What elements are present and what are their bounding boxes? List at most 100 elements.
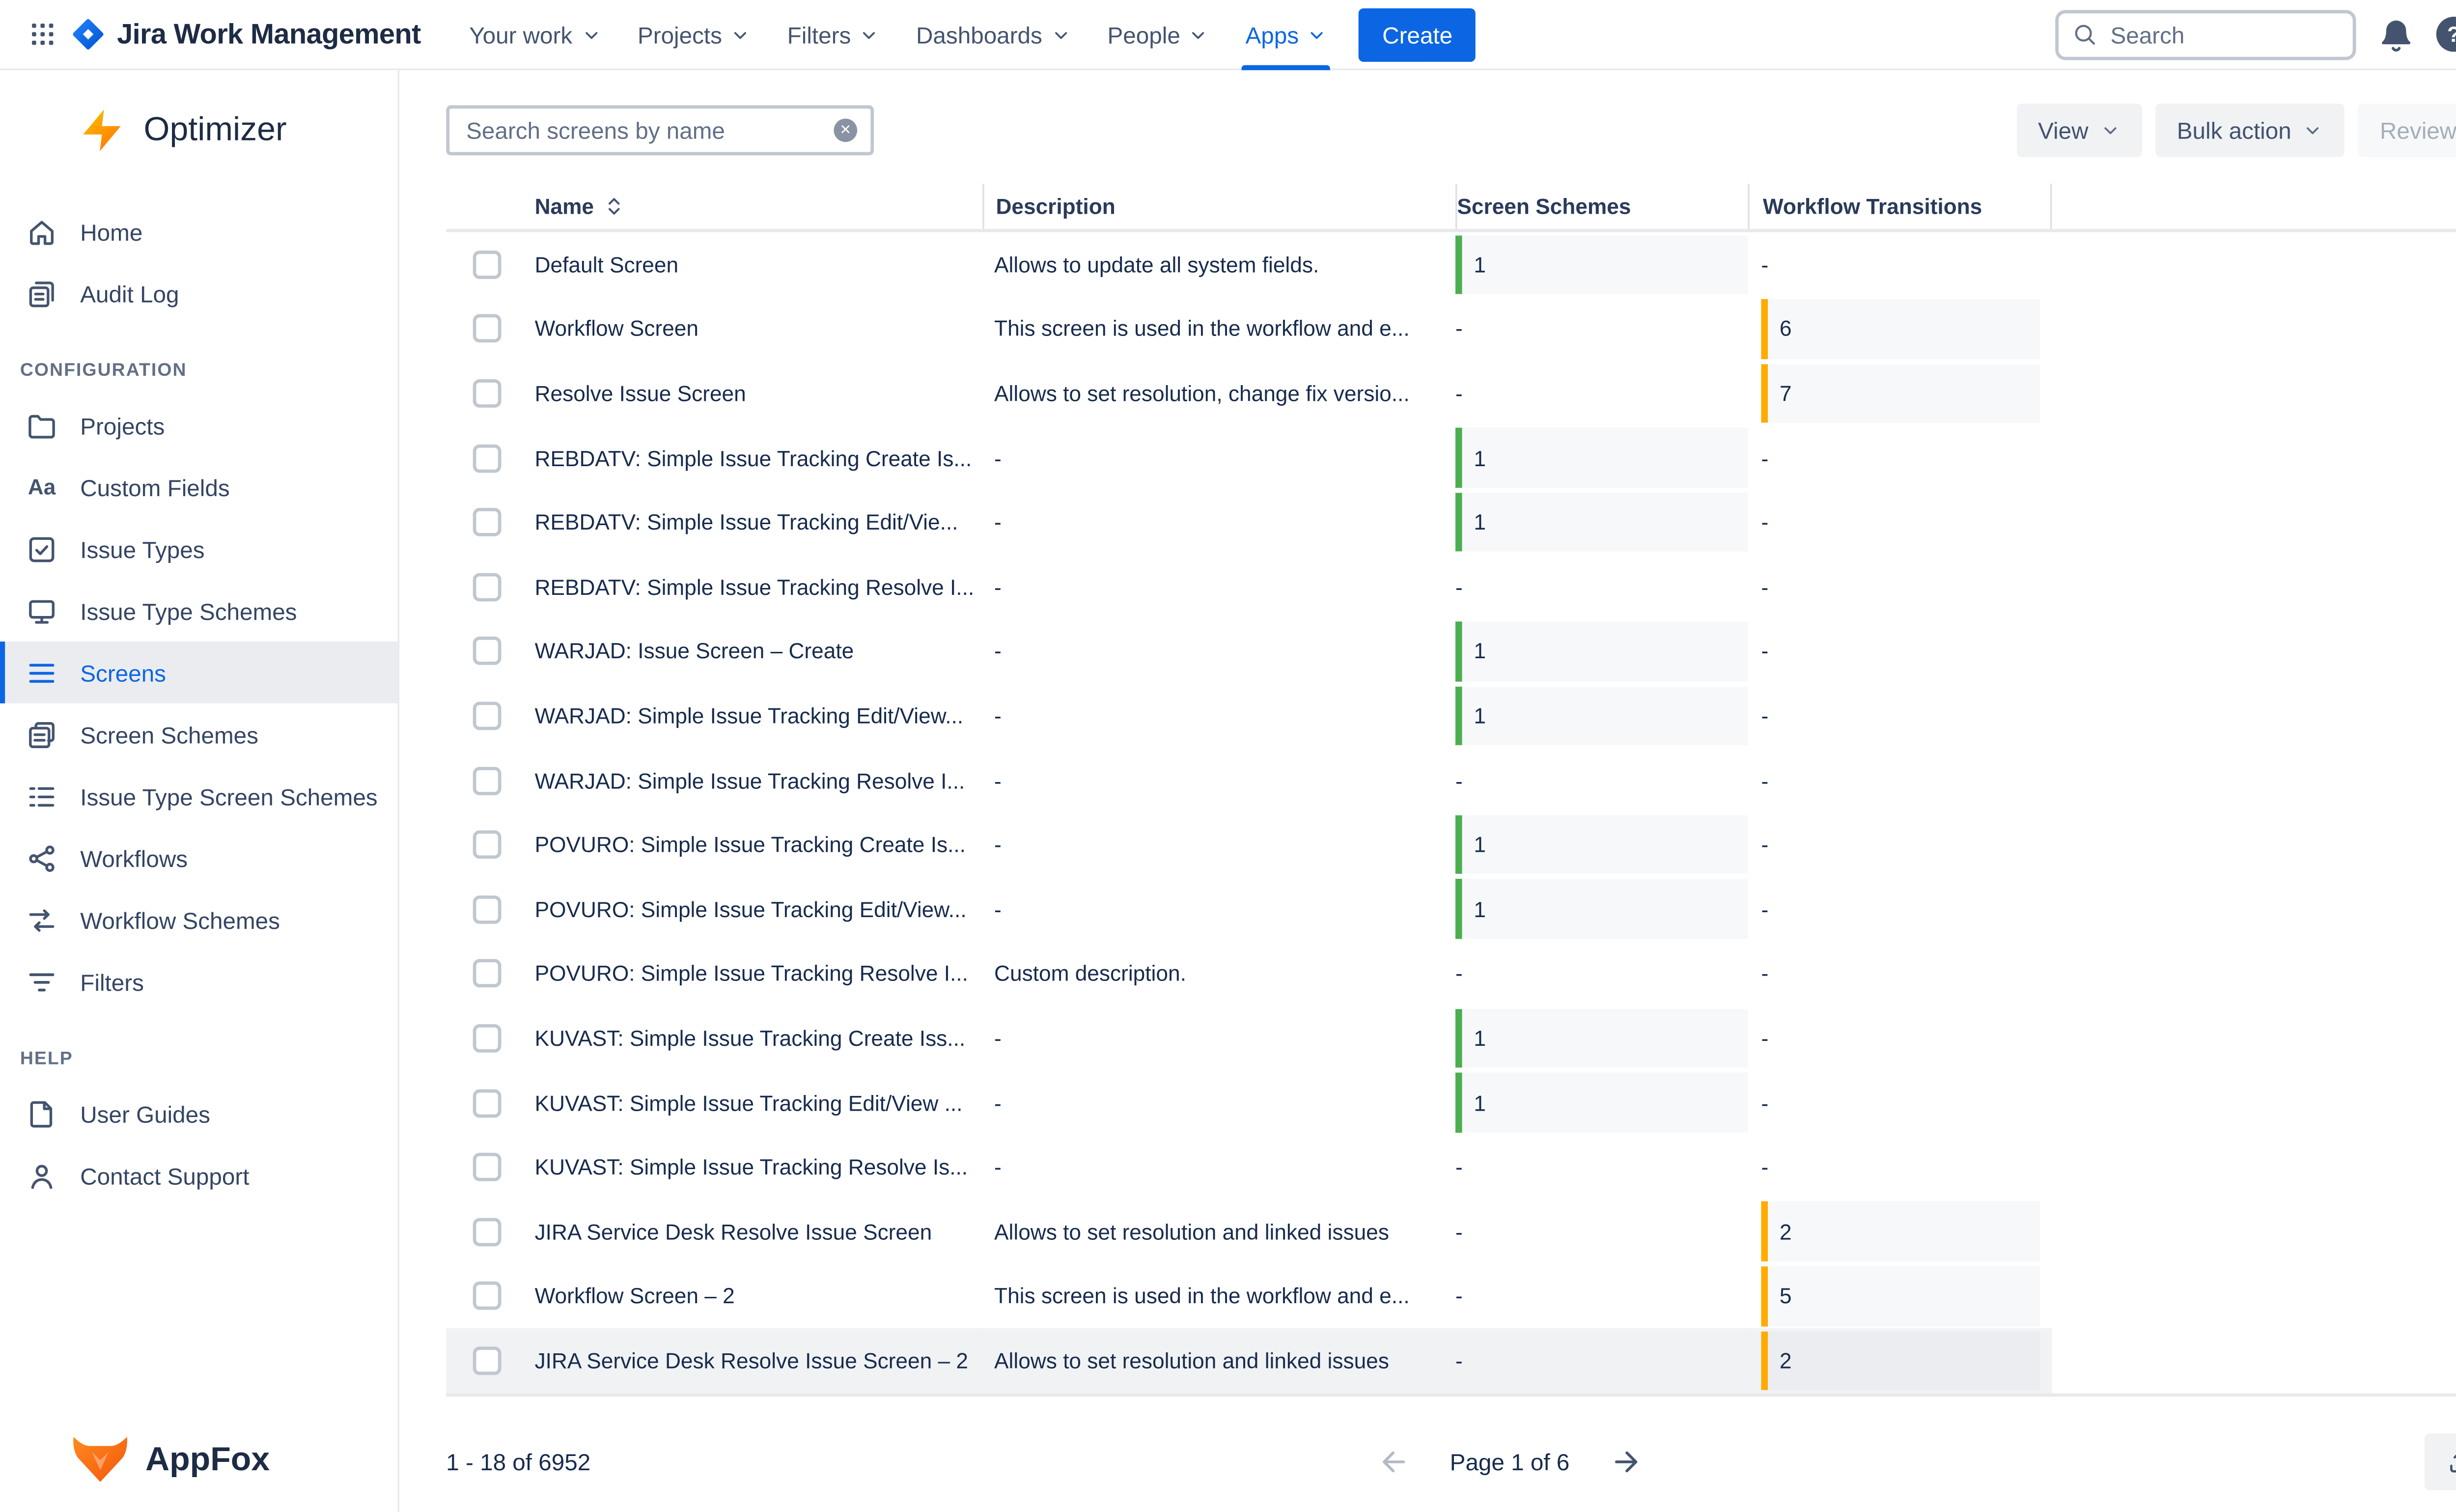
- sidebar-item-issue-types[interactable]: Issue Types: [0, 518, 398, 580]
- sidebar-item-workflow-schemes[interactable]: Workflow Schemes: [0, 889, 398, 951]
- row-checkbox[interactable]: [473, 766, 502, 795]
- sidebar-item-screens[interactable]: Screens: [0, 642, 398, 703]
- row-name[interactable]: Resolve Issue Screen: [520, 361, 982, 425]
- table-row[interactable]: JIRA Service Desk Resolve Issue Screen –…: [446, 1328, 2456, 1393]
- create-button[interactable]: Create: [1359, 7, 1476, 61]
- row-name[interactable]: REBDATV: Simple Issue Tracking Edit/Vie.…: [520, 490, 982, 555]
- global-search-input[interactable]: [2107, 19, 2340, 49]
- sidebar-item-issue-type-schemes[interactable]: Issue Type Schemes: [0, 580, 398, 642]
- sidebar-item-user-guides[interactable]: User Guides: [0, 1083, 398, 1145]
- row-checkbox[interactable]: [473, 1346, 502, 1375]
- row-name[interactable]: POVURO: Simple Issue Tracking Resolve I.…: [520, 942, 982, 1006]
- global-search[interactable]: [2055, 9, 2356, 59]
- next-page-button[interactable]: [1610, 1445, 1643, 1478]
- view-button[interactable]: View: [2016, 104, 2142, 157]
- row-name[interactable]: WARJAD: Issue Screen – Create: [520, 619, 982, 683]
- nav-item-apps[interactable]: Apps: [1227, 0, 1345, 69]
- row-checkbox[interactable]: [473, 1282, 502, 1311]
- row-name[interactable]: REBDATV: Simple Issue Tracking Resolve I…: [520, 555, 982, 619]
- notifications-bell-icon[interactable]: [2378, 16, 2415, 53]
- sort-icon[interactable]: [604, 196, 625, 217]
- sidebar-item-issue-type-screen-schemes[interactable]: Issue Type Screen Schemes: [0, 765, 398, 827]
- export-button[interactable]: Export: [2424, 1433, 2456, 1490]
- table-row[interactable]: WARJAD: Issue Screen – Create-1-: [446, 619, 2456, 683]
- column-header-workflow-transitions[interactable]: Workflow Transitions: [1748, 184, 2052, 229]
- nav-item-projects[interactable]: Projects: [619, 0, 769, 69]
- row-name[interactable]: POVURO: Simple Issue Tracking Edit/View.…: [520, 877, 982, 941]
- table-row[interactable]: REBDATV: Simple Issue Tracking Resolve I…: [446, 555, 2456, 619]
- table-row[interactable]: JIRA Service Desk Resolve Issue ScreenAl…: [446, 1200, 2456, 1264]
- row-screen-schemes: 1: [1455, 684, 1748, 748]
- sidebar-item-projects[interactable]: Projects: [0, 394, 398, 456]
- row-checkbox[interactable]: [473, 379, 502, 408]
- sidebar-item-contact-support[interactable]: Contact Support: [0, 1145, 398, 1206]
- bulk-action-button[interactable]: Bulk action: [2155, 104, 2345, 157]
- prev-page-button[interactable]: [1376, 1445, 1410, 1478]
- row-checkbox[interactable]: [473, 637, 502, 666]
- nav-item-filters[interactable]: Filters: [769, 0, 897, 69]
- row-name[interactable]: REBDATV: Simple Issue Tracking Create Is…: [520, 426, 982, 490]
- table-row[interactable]: Resolve Issue ScreenAllows to set resolu…: [446, 361, 2456, 425]
- row-checkbox[interactable]: [473, 959, 502, 988]
- table-row[interactable]: WARJAD: Simple Issue Tracking Resolve I.…: [446, 748, 2456, 812]
- nav-item-dashboards[interactable]: Dashboards: [898, 0, 1089, 69]
- app-switcher-button[interactable]: [17, 9, 67, 59]
- row-checkbox[interactable]: [473, 250, 502, 279]
- column-header-description[interactable]: Description: [982, 184, 1455, 229]
- row-checkbox[interactable]: [473, 444, 502, 472]
- table-row[interactable]: REBDATV: Simple Issue Tracking Create Is…: [446, 426, 2456, 490]
- table-row[interactable]: POVURO: Simple Issue Tracking Resolve I.…: [446, 942, 2456, 1006]
- sidebar-item-home[interactable]: Home: [0, 200, 398, 262]
- table-row[interactable]: Default ScreenAllows to update all syste…: [446, 232, 2456, 297]
- row-checkbox[interactable]: [473, 895, 502, 924]
- row-checkbox[interactable]: [473, 1024, 502, 1053]
- row-description: -: [982, 619, 1455, 683]
- row-select-cell: [446, 684, 520, 748]
- jira-logo[interactable]: Jira Work Management: [70, 17, 421, 52]
- row-name[interactable]: Workflow Screen: [520, 297, 982, 361]
- row-checkbox[interactable]: [473, 701, 502, 730]
- sidebar-item-custom-fields[interactable]: Custom Fields: [0, 456, 398, 518]
- row-name[interactable]: KUVAST: Simple Issue Tracking Edit/View …: [520, 1070, 982, 1135]
- row-name[interactable]: Default Screen: [520, 232, 982, 297]
- row-checkbox[interactable]: [473, 1217, 502, 1246]
- row-checkbox[interactable]: [473, 508, 502, 537]
- sidebar-item-screen-schemes[interactable]: Screen Schemes: [0, 703, 398, 765]
- row-name[interactable]: KUVAST: Simple Issue Tracking Create Iss…: [520, 1006, 982, 1070]
- nav-item-your-work[interactable]: Your work: [451, 0, 619, 69]
- table-row[interactable]: REBDATV: Simple Issue Tracking Edit/Vie.…: [446, 490, 2456, 555]
- table-row[interactable]: POVURO: Simple Issue Tracking Edit/View.…: [446, 877, 2456, 941]
- clear-search-icon[interactable]: [834, 118, 857, 142]
- nav-item-people[interactable]: People: [1089, 0, 1227, 69]
- review-changes-button[interactable]: Review changes: [2358, 104, 2456, 157]
- sidebar-item-filters[interactable]: Filters: [0, 951, 398, 1012]
- table-row[interactable]: KUVAST: Simple Issue Tracking Create Iss…: [446, 1006, 2456, 1070]
- table-row[interactable]: POVURO: Simple Issue Tracking Create Is.…: [446, 812, 2456, 877]
- sidebar-item-audit-log[interactable]: Audit Log: [0, 262, 398, 324]
- row-screen-schemes: -: [1455, 1135, 1748, 1199]
- row-name[interactable]: Workflow Screen – 2: [520, 1264, 982, 1328]
- row-checkbox[interactable]: [473, 831, 502, 859]
- help-icon[interactable]: [2436, 17, 2456, 52]
- nav-item-label: Filters: [787, 21, 851, 48]
- table-row[interactable]: KUVAST: Simple Issue Tracking Edit/View …: [446, 1070, 2456, 1135]
- row-checkbox[interactable]: [473, 1153, 502, 1181]
- row-name[interactable]: KUVAST: Simple Issue Tracking Resolve Is…: [520, 1135, 982, 1199]
- row-checkbox[interactable]: [473, 573, 502, 601]
- row-name[interactable]: WARJAD: Simple Issue Tracking Edit/View.…: [520, 684, 982, 748]
- table-row[interactable]: KUVAST: Simple Issue Tracking Resolve Is…: [446, 1135, 2456, 1199]
- row-checkbox[interactable]: [473, 315, 502, 343]
- column-header-name[interactable]: Name: [520, 184, 982, 229]
- row-name[interactable]: POVURO: Simple Issue Tracking Create Is.…: [520, 812, 982, 877]
- row-name[interactable]: WARJAD: Simple Issue Tracking Resolve I.…: [520, 748, 982, 812]
- sidebar-item-workflows[interactable]: Workflows: [0, 827, 398, 889]
- row-checkbox[interactable]: [473, 1089, 502, 1117]
- column-header-screen-schemes[interactable]: Screen Schemes: [1455, 184, 1748, 229]
- row-name[interactable]: JIRA Service Desk Resolve Issue Screen –…: [520, 1328, 982, 1393]
- screens-search-input[interactable]: [463, 115, 824, 145]
- row-workflow-transitions: 2: [1748, 1200, 2052, 1264]
- row-name[interactable]: JIRA Service Desk Resolve Issue Screen: [520, 1200, 982, 1264]
- table-row[interactable]: WARJAD: Simple Issue Tracking Edit/View.…: [446, 684, 2456, 748]
- table-row[interactable]: Workflow ScreenThis screen is used in th…: [446, 297, 2456, 361]
- table-row[interactable]: Workflow Screen – 2This screen is used i…: [446, 1264, 2456, 1328]
